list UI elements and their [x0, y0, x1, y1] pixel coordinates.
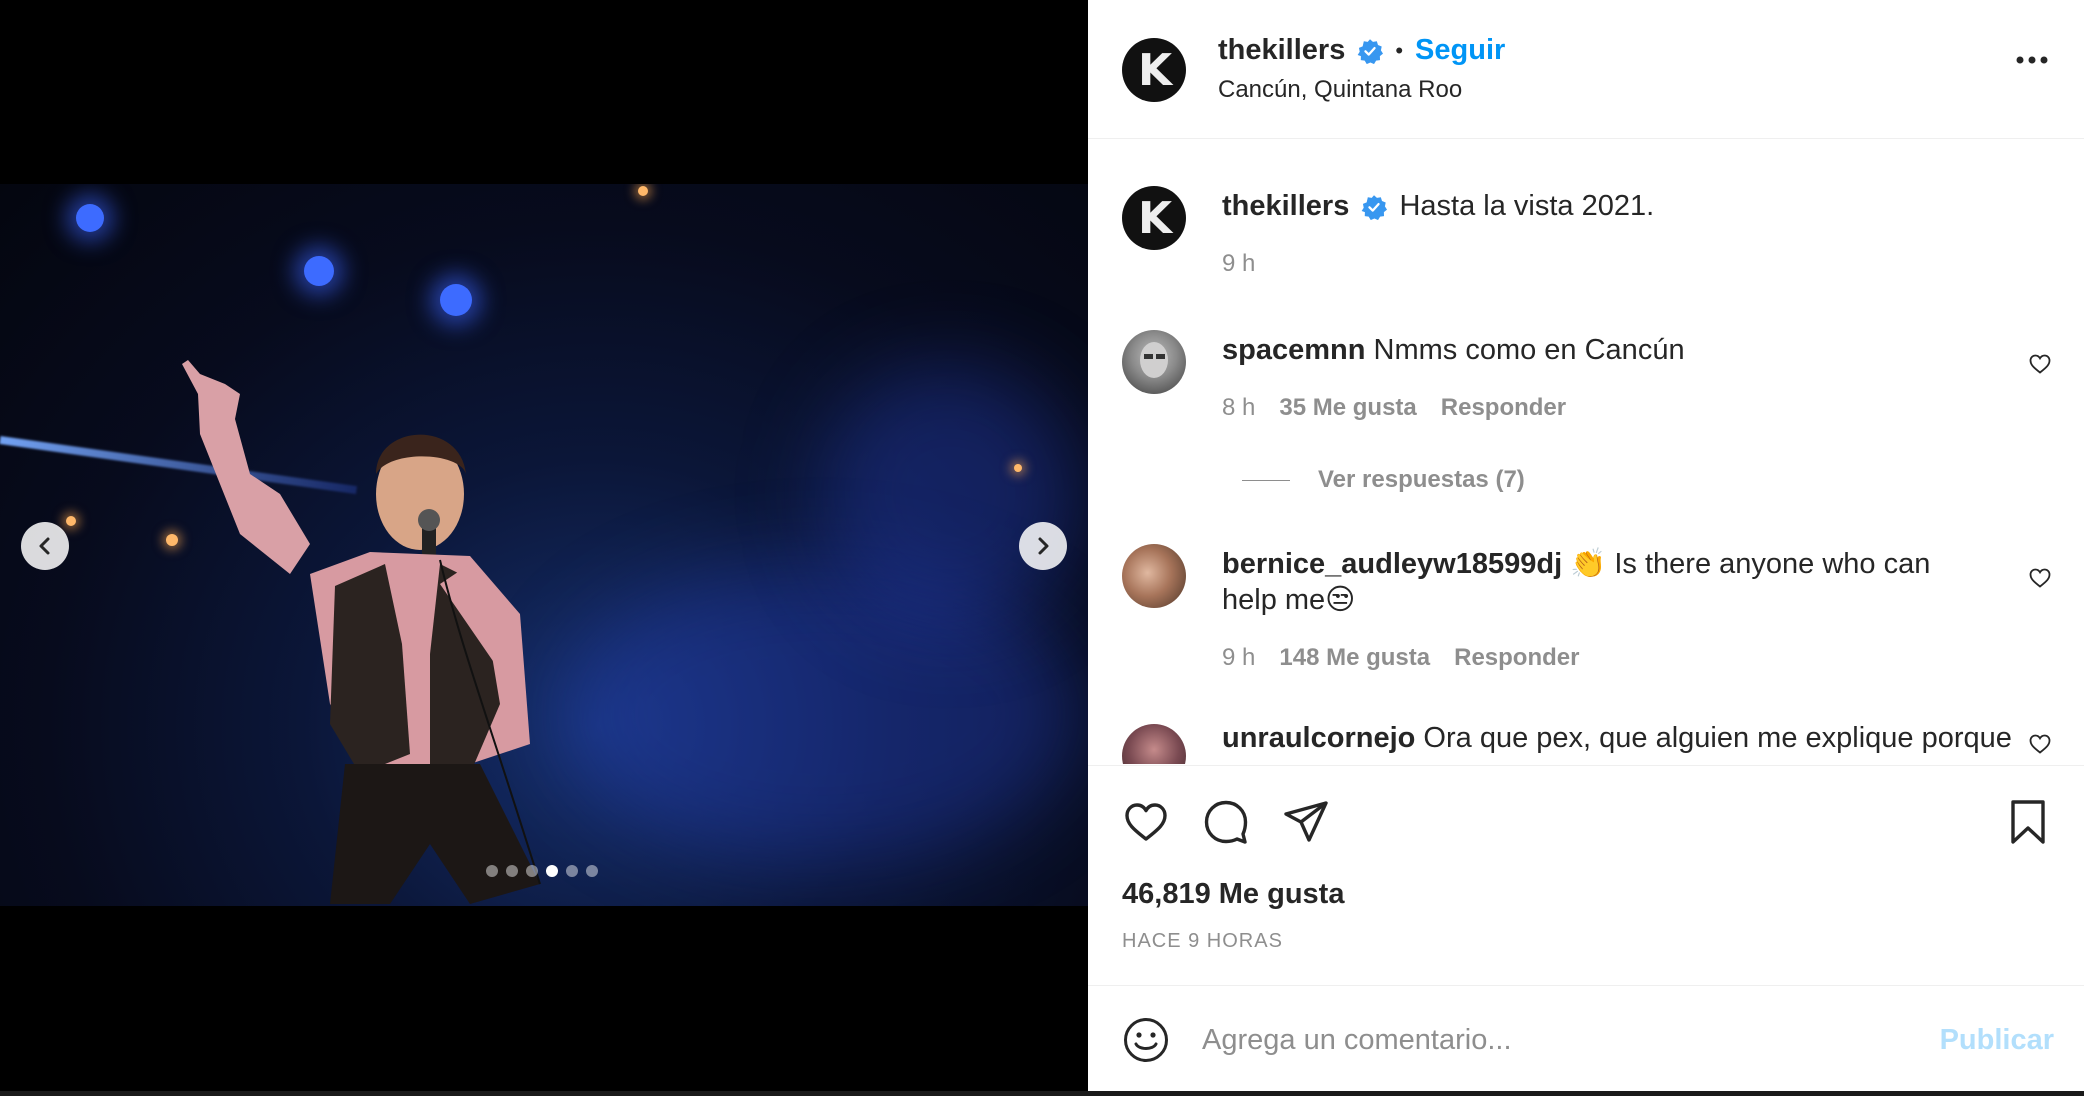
reply-button[interactable]: Responder — [1441, 394, 1566, 422]
header-separator: • — [1395, 37, 1404, 63]
heart-icon[interactable] — [2028, 732, 2052, 756]
caption-username[interactable]: thekillers — [1222, 190, 1349, 222]
caption-text: Hasta la vista 2021. — [1399, 190, 1655, 222]
avatar-face — [1140, 342, 1168, 378]
comment-body: bernice_audleyw18599dj 👏 Is there anyone… — [1222, 546, 1982, 618]
comment-emoji: 👏 — [1570, 548, 1607, 580]
post-header: K thekillers • Seguir Cancún, Quintana R… — [1088, 0, 2084, 139]
post-actions: 46,819 Me gusta HACE 9 HORAS — [1088, 765, 2084, 985]
comment-meta: 9 h 148 Me gusta Responder — [1222, 644, 1579, 672]
verified-badge-icon — [1362, 195, 1388, 221]
publish-button[interactable]: Publicar — [1940, 1024, 2054, 1057]
avatar-letter: K — [1137, 192, 1172, 244]
author-avatar[interactable]: K — [1122, 186, 1186, 250]
caption-meta: 9 h — [1222, 250, 1255, 278]
replies-divider — [1242, 479, 1290, 481]
stage-light-warm — [638, 186, 648, 196]
comment-username[interactable]: bernice_audleyw18599dj — [1222, 548, 1562, 580]
comment-time[interactable]: 8 h — [1222, 394, 1255, 422]
caption: K thekillers Hasta la vista 2021. 9 h — [1122, 186, 2052, 296]
comment-likes[interactable]: 148 Me gusta — [1279, 644, 1430, 672]
carousel-dot — [546, 865, 558, 877]
caption-body: thekillers Hasta la vista 2021. — [1222, 188, 1992, 224]
page-bottom-strip — [0, 1091, 2084, 1096]
author-avatar[interactable]: K — [1122, 38, 1186, 102]
verified-badge-icon — [1357, 38, 1384, 64]
stage-haze — [820, 364, 1080, 624]
carousel-prev-button[interactable] — [21, 522, 69, 570]
commenter-avatar[interactable] — [1122, 330, 1186, 394]
comment-text: Ora que pex, que alguien me explique por… — [1423, 722, 2012, 754]
share-icon[interactable] — [1282, 798, 1330, 846]
comment-icon[interactable] — [1202, 798, 1250, 846]
stage-light — [440, 284, 472, 316]
add-comment-bar: Publicar — [1088, 985, 2084, 1091]
follow-button[interactable]: Seguir — [1415, 34, 1505, 67]
heart-icon[interactable] — [1122, 798, 1170, 846]
reply-button[interactable]: Responder — [1454, 644, 1579, 672]
stage-light — [76, 204, 104, 232]
comment-input[interactable] — [1202, 1014, 1902, 1066]
commenter-avatar[interactable] — [1122, 724, 1186, 764]
comment-body: unraulcornejo Ora que pex, que alguien m… — [1222, 720, 2012, 756]
comment-item: bernice_audleyw18599dj 👏 Is there anyone… — [1122, 544, 2052, 694]
comment-item: spacemnn Nmms como en Cancún 8 h 35 Me g… — [1122, 330, 2052, 480]
heart-icon[interactable] — [2028, 566, 2052, 590]
chevron-left-icon — [39, 537, 50, 555]
comment-meta: 8 h 35 Me gusta Responder — [1222, 394, 1566, 422]
likes-count[interactable]: 46,819 Me gusta — [1122, 878, 1344, 911]
performer-figure — [182, 360, 541, 904]
stage-light-warm — [66, 516, 76, 526]
caption-time[interactable]: 9 h — [1222, 250, 1255, 278]
comment-body: spacemnn Nmms como en Cancún — [1222, 332, 1992, 368]
carousel-dot — [566, 865, 578, 877]
comments-list: K thekillers Hasta la vista 2021. 9 h sp… — [1088, 140, 2084, 764]
emoji-icon[interactable] — [1122, 1016, 1170, 1064]
media-pane — [0, 0, 1088, 1096]
carousel-dot — [506, 865, 518, 877]
author-username[interactable]: thekillers — [1218, 34, 1345, 67]
carousel-dot — [486, 865, 498, 877]
carousel-dot — [586, 865, 598, 877]
view-replies-label: Ver respuestas (7) — [1318, 466, 1525, 493]
post-photo — [0, 184, 1088, 906]
carousel-next-button[interactable] — [1019, 522, 1067, 570]
post-detail-panel: K thekillers • Seguir Cancún, Quintana R… — [1088, 0, 2084, 1091]
comment-likes[interactable]: 35 Me gusta — [1279, 394, 1416, 422]
more-options-icon[interactable] — [2016, 56, 2048, 64]
post-location[interactable]: Cancún, Quintana Roo — [1218, 76, 1462, 104]
stage-light-warm — [1014, 464, 1022, 472]
post-timestamp[interactable]: HACE 9 HORAS — [1122, 930, 1283, 953]
comment-item: unraulcornejo Ora que pex, que alguien m… — [1122, 722, 2052, 764]
stage-light — [304, 256, 334, 286]
carousel-dot — [526, 865, 538, 877]
avatar-letter: K — [1137, 44, 1172, 96]
comment-username[interactable]: unraulcornejo — [1222, 722, 1415, 754]
comment-time[interactable]: 9 h — [1222, 644, 1255, 672]
commenter-avatar[interactable] — [1122, 544, 1186, 608]
chevron-right-icon — [1038, 537, 1049, 555]
view-replies-button[interactable]: Ver respuestas (7) — [1242, 466, 1525, 494]
bookmark-icon[interactable] — [2004, 798, 2052, 846]
heart-icon[interactable] — [2028, 352, 2052, 376]
carousel-indicator — [486, 865, 598, 877]
comment-username[interactable]: spacemnn — [1222, 334, 1365, 366]
comment-text: Nmms como en Cancún — [1373, 334, 1685, 366]
